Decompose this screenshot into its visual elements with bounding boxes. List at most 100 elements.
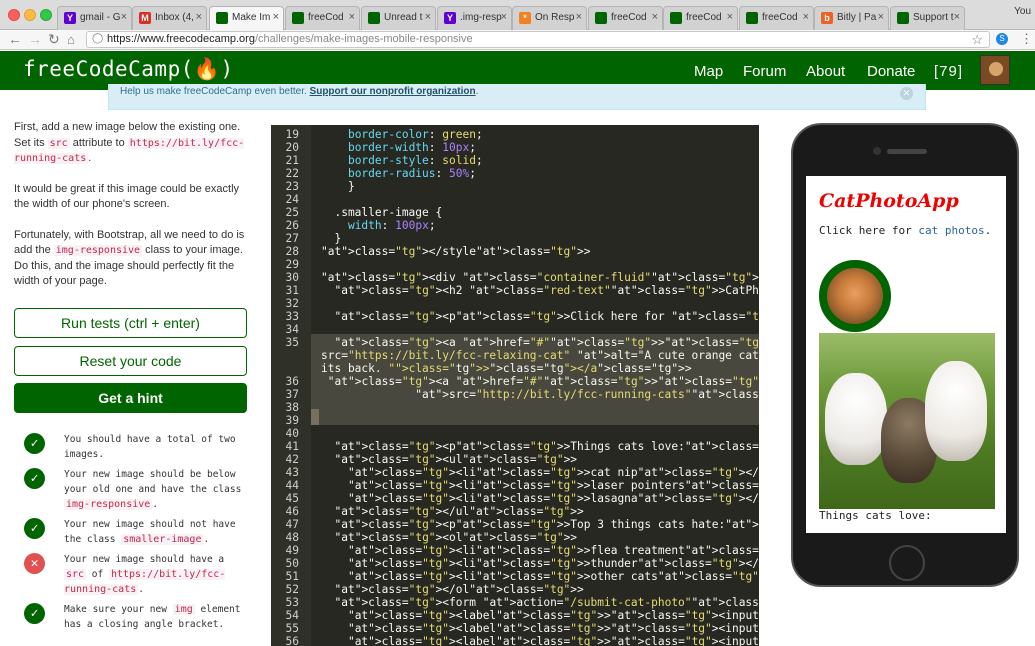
- points-counter[interactable]: [79]: [934, 63, 963, 80]
- nav-link-donate[interactable]: Donate: [867, 63, 915, 80]
- code-line[interactable]: its back. "">class="tg">>">class="tg"></…: [321, 362, 692, 375]
- browser-tab[interactable]: * On Resp ×: [512, 6, 587, 30]
- forward-arrow-icon[interactable]: →: [28, 31, 42, 48]
- relaxing-cat-image[interactable]: [819, 260, 891, 332]
- tab-close-icon[interactable]: ×: [576, 11, 582, 23]
- tab-close-icon[interactable]: ×: [501, 11, 507, 23]
- code-line[interactable]: "at">class="tg"><a "at">href="#""at">cla…: [321, 375, 759, 388]
- tab-close-icon[interactable]: ×: [954, 11, 960, 23]
- code-line[interactable]: "at">class="tg"><h2 "at">class="red-text…: [321, 284, 759, 297]
- test-item: ✕ Your new image should have a src of htt…: [24, 552, 250, 597]
- close-window-button[interactable]: [8, 9, 20, 21]
- browser-tab[interactable]: freeCod ×: [285, 6, 360, 30]
- phone-preview: CatPhotoApp Click here for cat photos. T…: [791, 123, 1019, 587]
- line-number: 39: [285, 414, 299, 427]
- code-line[interactable]: }: [321, 180, 355, 193]
- code-line[interactable]: "at">class="tg"><label"at">class="tg">>"…: [321, 609, 759, 622]
- instruction-paragraph-2: It would be great if this image could be…: [14, 182, 240, 211]
- home-icon[interactable]: ⌂: [67, 31, 75, 48]
- code-line[interactable]: "at">class="tg"></ul"at">class="tg">>: [321, 505, 583, 518]
- instruction-text: .: [88, 152, 92, 164]
- code-editor[interactable]: 19 border-color: green; 20 border-width: …: [271, 125, 759, 646]
- code-line[interactable]: "at">class="tg"><a "at">href="#""at">cla…: [321, 336, 759, 349]
- browser-tab[interactable]: freeCod ×: [588, 6, 663, 30]
- tab-close-icon[interactable]: ×: [727, 11, 733, 23]
- code-line[interactable]: .smaller-image {: [321, 206, 442, 219]
- browser-tab[interactable]: M Inbox (4, ×: [132, 6, 207, 30]
- browser-tab[interactable]: freeCod ×: [739, 6, 814, 30]
- browser-tab[interactable]: b Bitly | Pa ×: [814, 6, 889, 30]
- code-line[interactable]: border-radius: 50%;: [321, 167, 476, 180]
- line-number: 24: [285, 193, 299, 206]
- minimize-window-button[interactable]: [24, 9, 36, 21]
- cat-photos-link[interactable]: cat photos: [918, 224, 984, 237]
- site-logo[interactable]: freeCodeCamp(🔥): [23, 57, 234, 82]
- code-line[interactable]: "at">class="tg"><li"at">class="tg">>lase…: [321, 479, 759, 492]
- code-line[interactable]: width: 100px;: [321, 219, 436, 232]
- tab-close-icon[interactable]: ×: [652, 11, 658, 23]
- maximize-window-button[interactable]: [40, 9, 52, 21]
- tab-favicon-icon: M: [139, 12, 151, 24]
- reload-icon[interactable]: ↻: [48, 31, 60, 48]
- profile-label[interactable]: You: [1014, 6, 1031, 17]
- tab-close-icon[interactable]: ×: [425, 11, 431, 23]
- browser-tab[interactable]: freeCod ×: [663, 6, 738, 30]
- close-icon[interactable]: ✕: [900, 87, 913, 100]
- tab-close-icon[interactable]: ×: [349, 11, 355, 23]
- code-line[interactable]: "at">class="tg"><li"at">class="tg">>othe…: [321, 570, 759, 583]
- browser-tab[interactable]: Ygmail - G ×: [57, 6, 132, 30]
- code-line[interactable]: "at">class="tg"><p"at">class="tg">>Thing…: [321, 440, 759, 453]
- code-line[interactable]: "at">class="tg"><form "at">action="/subm…: [321, 596, 759, 609]
- nav-link-map[interactable]: Map: [694, 63, 723, 80]
- code-line[interactable]: "at">class="tg"><p"at">class="tg">>Click…: [321, 310, 759, 323]
- code-line[interactable]: "at">class="tg"><li"at">class="tg">>lasa…: [321, 492, 759, 505]
- home-button[interactable]: [889, 545, 925, 581]
- preview-screen[interactable]: CatPhotoApp Click here for cat photos. T…: [806, 176, 1006, 533]
- extension-icon[interactable]: S: [996, 33, 1008, 45]
- code-line[interactable]: src="https://bit.ly/fcc-relaxing-cat" "a…: [321, 349, 759, 362]
- banner-link[interactable]: Support our nonprofit organization: [310, 86, 476, 97]
- code-line[interactable]: "at">class="tg"><label"at">class="tg">>"…: [321, 635, 759, 646]
- tab-close-icon[interactable]: ×: [878, 11, 884, 23]
- reset-code-button[interactable]: Reset your code: [14, 346, 247, 376]
- browser-tab[interactable]: Y .img-resp ×: [437, 6, 512, 30]
- code-line[interactable]: border-color: green;: [321, 128, 483, 141]
- code-line[interactable]: "at">class="tg"><ul"at">class="tg">>: [321, 453, 577, 466]
- line-number: 35: [285, 336, 299, 349]
- tab-close-icon[interactable]: ×: [803, 11, 809, 23]
- browser-tab[interactable]: Unread t ×: [361, 6, 436, 30]
- browser-tab[interactable]: Support t ×: [890, 6, 965, 30]
- line-number: 32: [285, 297, 299, 310]
- avatar[interactable]: [980, 55, 1010, 85]
- code-line[interactable]: border-style: solid;: [321, 154, 483, 167]
- tab-close-icon[interactable]: ×: [196, 11, 202, 23]
- line-number: 40: [285, 427, 299, 440]
- code-line[interactable]: "at">class="tg"><ol"at">class="tg">>: [321, 531, 577, 544]
- code-line[interactable]: "at">src="http://bit.ly/fcc-running-cats…: [321, 388, 759, 401]
- code-line[interactable]: }: [321, 232, 341, 245]
- tab-label: freeCod: [308, 12, 344, 23]
- back-arrow-icon[interactable]: ←: [8, 31, 22, 48]
- nav-link-forum[interactable]: Forum: [743, 63, 786, 80]
- code-line[interactable]: "at">class="tg"><div "at">class="contain…: [321, 271, 759, 284]
- address-bar[interactable]: ◯ https://www.freecodecamp.org/challenge…: [86, 31, 990, 48]
- tab-close-icon[interactable]: ×: [121, 11, 127, 23]
- code-line[interactable]: "at">class="tg"></style"at">class="tg">>: [321, 245, 591, 258]
- get-hint-button[interactable]: Get a hint: [14, 383, 247, 413]
- nav-link-about[interactable]: About: [806, 63, 845, 80]
- run-tests-button[interactable]: Run tests (ctrl + enter): [14, 308, 247, 338]
- tab-label: Support t: [913, 12, 954, 23]
- code-line[interactable]: "at">class="tg"><p"at">class="tg">>Top 3…: [321, 518, 759, 531]
- check-icon: ✓: [24, 468, 45, 489]
- browser-tab[interactable]: Make Im ×: [209, 6, 284, 31]
- running-cats-image[interactable]: [819, 333, 995, 509]
- bookmark-star-icon[interactable]: ☆: [971, 32, 983, 48]
- code-line[interactable]: "at">class="tg"><li"at">class="tg">>cat …: [321, 466, 759, 479]
- code-line[interactable]: "at">class="tg"></ol"at">class="tg">>: [321, 583, 583, 596]
- code-line[interactable]: border-width: 10px;: [321, 141, 476, 154]
- tab-close-icon[interactable]: ×: [273, 11, 279, 23]
- code-line[interactable]: "at">class="tg"><li"at">class="tg">>thun…: [321, 557, 759, 570]
- code-line[interactable]: "at">class="tg"><label"at">class="tg">>"…: [321, 622, 759, 635]
- code-line[interactable]: "at">class="tg"><li"at">class="tg">>flea…: [321, 544, 759, 557]
- menu-kebab-icon[interactable]: ⋮: [1020, 31, 1033, 47]
